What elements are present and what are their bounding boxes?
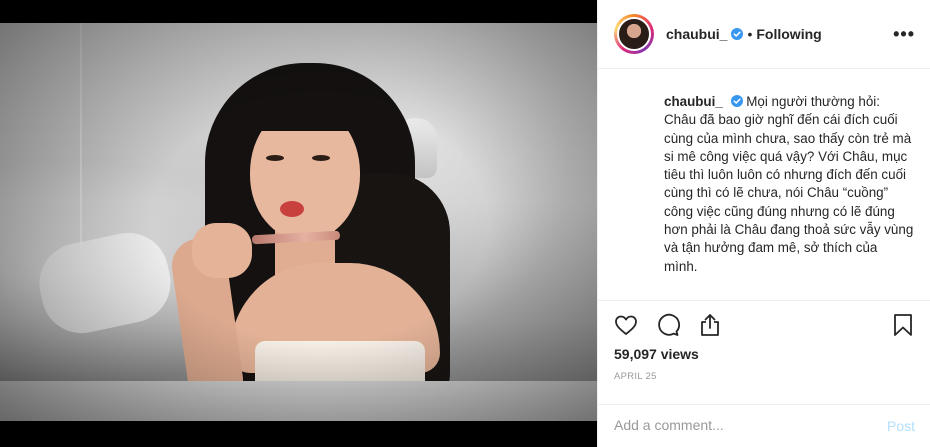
post-actions: 59,097 views APRIL 25 Post bbox=[598, 300, 930, 446]
comment-bar: Post bbox=[598, 404, 930, 447]
verified-badge-icon bbox=[731, 28, 744, 40]
like-button[interactable] bbox=[612, 311, 640, 339]
post-caption: chaubui_ Mọi người thường hỏi: Châu đã b… bbox=[664, 93, 914, 276]
bookmark-icon bbox=[894, 314, 912, 336]
avatar-story-ring[interactable] bbox=[614, 14, 654, 54]
instagram-post: chaubui_ • Following ••• chaubui_ Mọi ng… bbox=[0, 0, 930, 447]
share-icon bbox=[701, 314, 719, 336]
comment-button[interactable] bbox=[654, 311, 682, 339]
post-date[interactable]: APRIL 25 bbox=[614, 371, 657, 382]
post-comment-button[interactable]: Post bbox=[887, 418, 915, 434]
header-separator: • bbox=[747, 26, 753, 42]
post-photo[interactable] bbox=[0, 23, 597, 421]
view-count[interactable]: 59,097 views bbox=[614, 346, 699, 362]
avatar[interactable] bbox=[617, 17, 651, 51]
heart-icon bbox=[615, 315, 637, 335]
caption-text: Mọi người thường hỏi: Châu đã bao giờ ng… bbox=[664, 94, 914, 274]
share-button[interactable] bbox=[696, 311, 724, 339]
verified-badge-icon bbox=[730, 95, 743, 107]
following-button[interactable]: Following bbox=[756, 26, 821, 42]
header-username[interactable]: chaubui_ bbox=[666, 26, 727, 42]
save-button[interactable] bbox=[889, 311, 917, 339]
action-icons bbox=[612, 311, 724, 339]
more-options-icon[interactable]: ••• bbox=[893, 24, 915, 45]
post-header: chaubui_ • Following ••• bbox=[598, 0, 930, 69]
comment-icon bbox=[658, 313, 680, 336]
caption-username[interactable]: chaubui_ bbox=[664, 94, 723, 109]
post-info-panel: chaubui_ • Following ••• chaubui_ Mọi ng… bbox=[597, 0, 930, 447]
comment-input[interactable] bbox=[614, 417, 864, 433]
photo-vignette bbox=[0, 23, 597, 421]
post-media[interactable] bbox=[0, 0, 597, 447]
